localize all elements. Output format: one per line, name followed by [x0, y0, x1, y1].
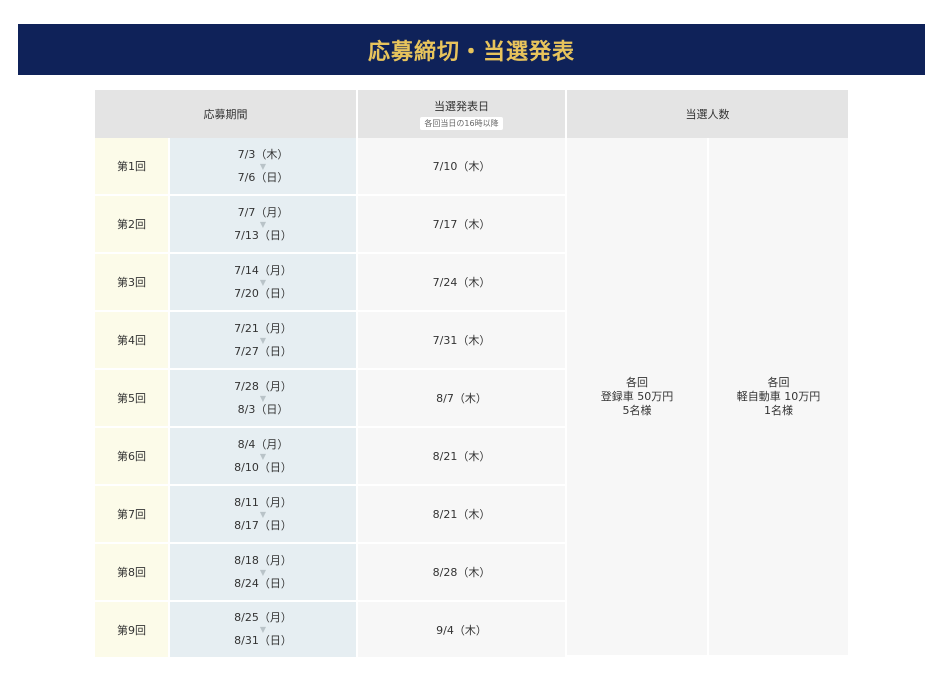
announce-date: 7/17（木）	[358, 196, 565, 254]
header-period: 応募期間	[95, 90, 356, 138]
prize-line1: 各回	[626, 375, 648, 389]
down-triangle-icon: ▼	[259, 567, 267, 577]
announce-date: 7/24（木）	[358, 254, 565, 312]
announce-date: 7/10（木）	[358, 138, 565, 196]
down-triangle-icon: ▼	[259, 625, 267, 634]
prize-cell: 各回 登録車 50万円 5名様	[567, 138, 707, 657]
period-cell: 8/4（月） ▼ 8/10（日）	[170, 428, 356, 486]
announce-date: 8/21（木）	[358, 428, 565, 486]
down-triangle-icon: ▼	[259, 393, 267, 403]
round-label: 第3回	[95, 254, 168, 312]
period-cell: 7/7（月） ▼ 7/13（日）	[170, 196, 356, 254]
banner-title: 応募締切・当選発表	[367, 39, 575, 65]
down-triangle-icon: ▼	[259, 509, 267, 519]
round-label: 第5回	[95, 370, 168, 428]
period-end: 7/13（日）	[234, 228, 292, 242]
period-start: 8/25（月）	[234, 611, 292, 624]
schedule-table: 応募期間 当選発表日 各回当日の16時以降 当選人数 第1回 7/3（木） ▼ 7/6…	[93, 90, 850, 657]
period-end: 8/24（日）	[234, 576, 292, 590]
prize-line2: 軽自動車 10万円	[736, 389, 821, 403]
period-start: 7/28（月）	[234, 379, 292, 393]
period-end: 7/6（日）	[237, 170, 289, 184]
down-triangle-icon: ▼	[259, 161, 267, 171]
announce-date: 7/31（木）	[358, 312, 565, 370]
prize-line1: 各回	[767, 375, 790, 389]
announce-date: 9/4（木）	[358, 602, 565, 657]
announce-date: 8/21（木）	[358, 486, 565, 544]
banner: 応募締切・当選発表	[18, 24, 925, 75]
header-announce: 当選発表日 各回当日の16時以降	[358, 90, 565, 138]
announce-date: 8/28（木）	[358, 544, 565, 602]
round-label: 第8回	[95, 544, 168, 602]
prize-cell: 各回 軽自動車 10万円 1名様	[709, 138, 848, 657]
round-label: 第2回	[95, 196, 168, 254]
period-cell: 8/11（月） ▼ 8/17（日）	[170, 486, 356, 544]
round-label: 第6回	[95, 428, 168, 486]
header-winners: 当選人数	[567, 90, 848, 138]
down-triangle-icon: ▼	[259, 451, 267, 461]
down-triangle-icon: ▼	[259, 219, 267, 229]
period-start: 8/18（月）	[234, 553, 292, 567]
period-end: 8/17（日）	[234, 518, 292, 532]
period-end: 8/3（日）	[237, 402, 289, 416]
announce-date: 8/7（木）	[358, 370, 565, 428]
prize-line3: 1名様	[764, 403, 793, 417]
period-start: 7/3（木）	[237, 147, 289, 161]
table-row: 第1回 7/3（木） ▼ 7/6（日） 7/10（木） 各回 登録車 50万円 5名様 各回 軽自…	[95, 138, 848, 657]
prize-line3: 5名様	[622, 403, 652, 417]
header-announce-note: 各回当日の16時以降	[420, 117, 503, 130]
period-cell: 7/21（月） ▼ 7/27（日）	[170, 312, 356, 370]
period-cell: 7/28（月） ▼ 8/3（日）	[170, 370, 356, 428]
period-cell: 7/3（木） ▼ 7/6（日）	[170, 138, 356, 196]
round-label: 第9回	[95, 602, 168, 657]
period-cell: 8/25（月） ▼ 8/31（日）	[170, 602, 356, 657]
period-cell: 7/14（月） ▼ 7/20（日）	[170, 254, 356, 312]
period-end: 7/20（日）	[234, 286, 292, 300]
period-end: 7/27（日）	[234, 344, 292, 358]
period-end: 8/10（日）	[234, 460, 292, 474]
period-start: 7/21（月）	[234, 321, 292, 335]
round-label: 第7回	[95, 486, 168, 544]
round-label: 第4回	[95, 312, 168, 370]
period-cell: 8/18（月） ▼ 8/24（日）	[170, 544, 356, 602]
period-start: 8/4（月）	[237, 437, 289, 451]
down-triangle-icon: ▼	[259, 277, 267, 287]
period-end: 8/31（日）	[234, 634, 292, 647]
period-start: 8/11（月）	[234, 495, 292, 509]
round-label: 第1回	[95, 138, 168, 196]
period-start: 7/14（月）	[234, 263, 292, 277]
prize-line2: 登録車 50万円	[600, 389, 674, 403]
down-triangle-icon: ▼	[259, 335, 267, 345]
header-announce-label: 当選発表日	[434, 100, 489, 113]
period-start: 7/7（月）	[237, 205, 289, 219]
